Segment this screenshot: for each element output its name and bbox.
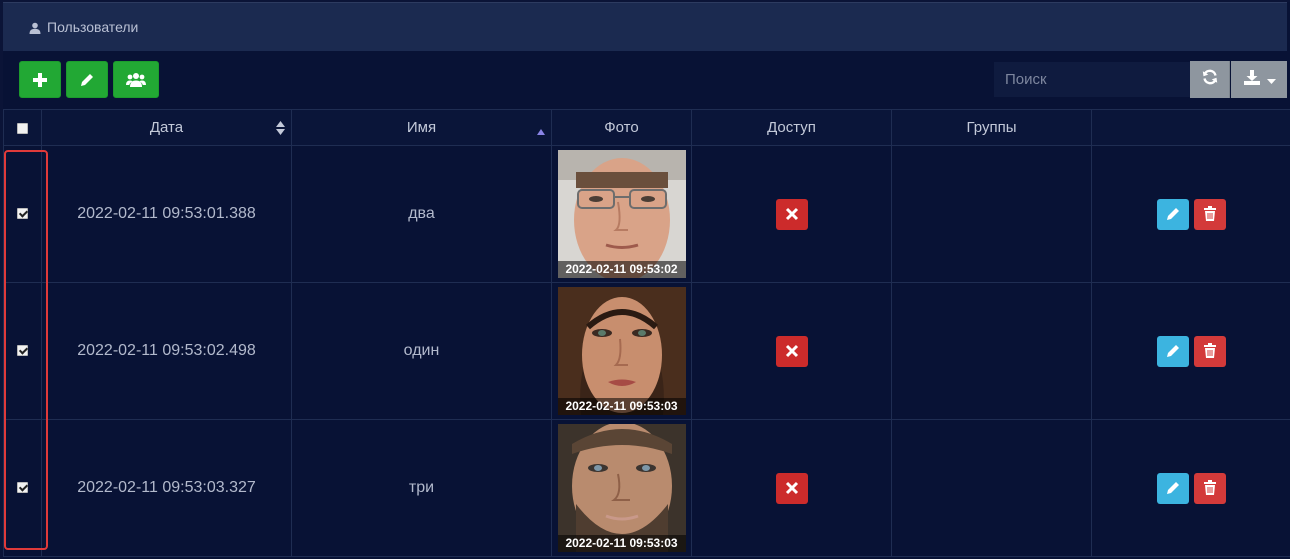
user-photo[interactable]: 2022-02-11 09:53:03	[557, 424, 686, 552]
close-icon	[776, 336, 808, 367]
row-checkbox[interactable]	[17, 345, 28, 357]
pencil-icon	[79, 72, 95, 88]
pencil-icon	[1157, 336, 1189, 367]
download-icon	[1243, 69, 1261, 90]
access-denied-button[interactable]	[775, 335, 808, 367]
close-icon	[776, 473, 808, 504]
photo-cell: 2022-02-11 09:53:02	[551, 145, 692, 283]
edit-row-button[interactable]	[1156, 335, 1189, 367]
name-cell: один	[291, 282, 552, 420]
select-all-checkbox[interactable]	[17, 122, 28, 134]
users-icon	[126, 72, 146, 88]
photo-timestamp: 2022-02-11 09:53:02	[557, 261, 686, 278]
column-access-label: Доступ	[767, 119, 816, 136]
edit-row-button[interactable]	[1156, 198, 1189, 230]
users-table: Дата Имя Фото Доступ Группы 2022-02-11 0…	[3, 109, 1290, 557]
date-cell: 2022-02-11 09:53:03.327	[41, 419, 292, 557]
row-checkbox[interactable]	[17, 208, 28, 220]
groups-cell	[891, 282, 1092, 420]
column-groups-label: Группы	[966, 119, 1017, 136]
date-cell: 2022-02-11 09:53:01.388	[41, 145, 292, 283]
actions-cell	[1091, 282, 1290, 420]
groups-cell	[891, 145, 1092, 283]
column-date-label: Дата	[149, 119, 184, 136]
pencil-icon	[1157, 199, 1189, 230]
date-cell: 2022-02-11 09:53:02.498	[41, 282, 292, 420]
column-header-name[interactable]: Имя	[291, 109, 552, 146]
column-photo-label: Фото	[604, 119, 639, 136]
delete-row-button[interactable]	[1193, 335, 1226, 367]
panel-header: Пользователи	[3, 2, 1287, 51]
add-user-button[interactable]	[19, 61, 61, 98]
photo-cell: 2022-02-11 09:53:03	[551, 419, 692, 557]
user-photo[interactable]: 2022-02-11 09:53:03	[557, 287, 686, 415]
edit-user-button[interactable]	[66, 61, 108, 98]
access-denied-button[interactable]	[775, 472, 808, 504]
refresh-button[interactable]	[1190, 61, 1230, 98]
table-row: 2022-02-11 09:53:01.388 два 2022-02-11 0…	[3, 145, 1290, 283]
name-cell: два	[291, 145, 552, 283]
table-header-row: Дата Имя Фото Доступ Группы	[3, 109, 1290, 146]
search-input[interactable]	[994, 62, 1190, 97]
column-header-date[interactable]: Дата	[41, 109, 292, 146]
chevron-down-icon	[1266, 71, 1276, 89]
access-cell	[691, 419, 892, 557]
sort-icon	[276, 121, 285, 139]
actions-cell	[1091, 419, 1290, 557]
column-header-photo: Фото	[551, 109, 692, 146]
page-title: Пользователи	[47, 19, 139, 35]
pencil-icon	[1157, 473, 1189, 504]
plus-icon	[32, 72, 48, 88]
groups-cell	[891, 419, 1092, 557]
access-denied-button[interactable]	[775, 198, 808, 230]
groups-button[interactable]	[113, 61, 159, 98]
name-cell: три	[291, 419, 552, 557]
close-icon	[776, 199, 808, 230]
user-photo[interactable]: 2022-02-11 09:53:02	[557, 150, 686, 278]
table-row: 2022-02-11 09:53:03.327 три 2022-02-11 0…	[3, 419, 1290, 557]
refresh-icon	[1202, 69, 1218, 90]
delete-row-button[interactable]	[1193, 472, 1226, 504]
column-name-label: Имя	[406, 119, 437, 136]
photo-timestamp: 2022-02-11 09:53:03	[557, 535, 686, 552]
select-all-header[interactable]	[3, 109, 42, 146]
export-dropdown-button[interactable]	[1231, 61, 1287, 98]
access-cell	[691, 282, 892, 420]
edit-row-button[interactable]	[1156, 472, 1189, 504]
column-header-access: Доступ	[691, 109, 892, 146]
column-header-actions	[1091, 109, 1290, 146]
delete-row-button[interactable]	[1193, 198, 1226, 230]
user-icon	[29, 21, 41, 34]
photo-cell: 2022-02-11 09:53:03	[551, 282, 692, 420]
row-select-cell[interactable]	[3, 282, 42, 420]
row-select-cell[interactable]	[3, 419, 42, 557]
row-checkbox[interactable]	[17, 482, 28, 494]
trash-icon	[1194, 336, 1226, 367]
actions-cell	[1091, 145, 1290, 283]
photo-timestamp: 2022-02-11 09:53:03	[557, 398, 686, 415]
table-row: 2022-02-11 09:53:02.498 один 2022-02-11 …	[3, 282, 1290, 420]
sort-ascending-icon	[537, 122, 545, 139]
trash-icon	[1194, 473, 1226, 504]
trash-icon	[1194, 199, 1226, 230]
row-select-cell[interactable]	[3, 145, 42, 283]
access-cell	[691, 145, 892, 283]
column-header-groups: Группы	[891, 109, 1092, 146]
